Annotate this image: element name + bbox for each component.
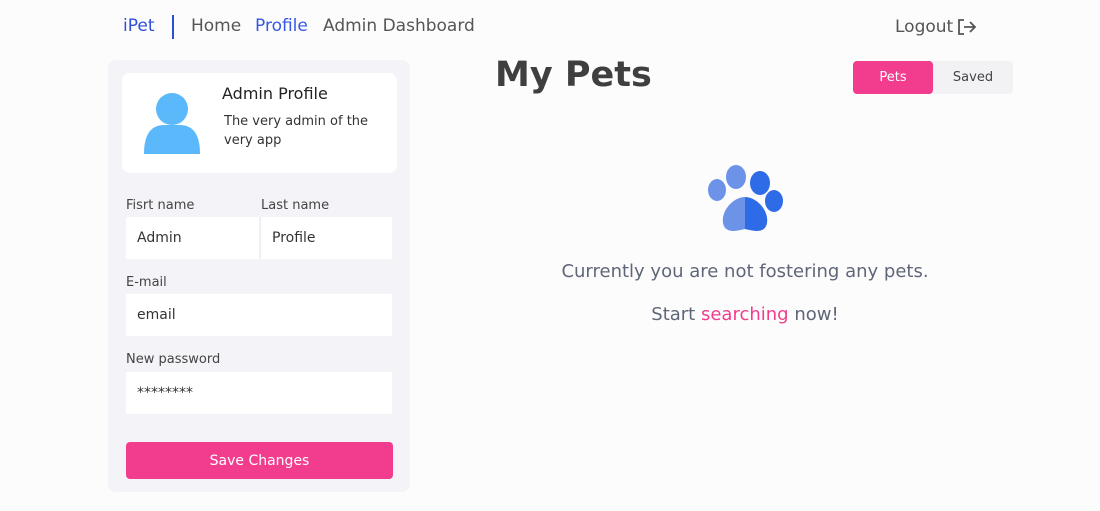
paw-icon xyxy=(708,165,783,231)
search-cta: Start searching now! xyxy=(480,304,1010,325)
email-label: E-mail xyxy=(126,275,167,290)
tab-saved[interactable]: Saved xyxy=(933,61,1013,94)
top-nav: iPet Home Profile Admin Dashboard Logout xyxy=(0,0,1100,56)
profile-panel: Admin Profile The very admin of the very… xyxy=(108,60,410,492)
logout-label: Logout xyxy=(895,17,954,37)
profile-name: Admin Profile xyxy=(222,84,328,103)
first-name-input[interactable] xyxy=(126,217,259,259)
sign-out-icon xyxy=(958,19,977,35)
password-input[interactable] xyxy=(126,372,392,414)
nav-link-home[interactable]: Home xyxy=(191,16,241,36)
last-name-label: Last name xyxy=(261,198,330,213)
nav-link-profile[interactable]: Profile xyxy=(255,16,308,36)
searching-link[interactable]: searching xyxy=(701,304,789,325)
first-name-label: Fisrt name xyxy=(126,198,195,213)
cta-prefix: Start xyxy=(651,304,696,325)
profile-card: Admin Profile The very admin of the very… xyxy=(122,73,397,173)
tab-pets[interactable]: Pets xyxy=(853,61,933,94)
email-input[interactable] xyxy=(126,294,392,336)
user-icon xyxy=(144,93,200,154)
logout-button[interactable]: Logout xyxy=(895,17,977,37)
nav-divider xyxy=(172,15,174,39)
pets-saved-toggle: Pets Saved xyxy=(853,61,1013,94)
last-name-input[interactable] xyxy=(260,217,392,259)
nav-link-admin-dashboard[interactable]: Admin Dashboard xyxy=(323,16,475,36)
brand-logo[interactable]: iPet xyxy=(123,16,155,36)
cta-suffix: now! xyxy=(794,304,839,325)
save-changes-button[interactable]: Save Changes xyxy=(126,442,393,479)
profile-description: The very admin of the very app xyxy=(224,114,369,148)
page-title: My Pets xyxy=(495,55,652,95)
password-label: New password xyxy=(126,352,221,367)
empty-state-message: Currently you are not fostering any pets… xyxy=(561,261,929,282)
